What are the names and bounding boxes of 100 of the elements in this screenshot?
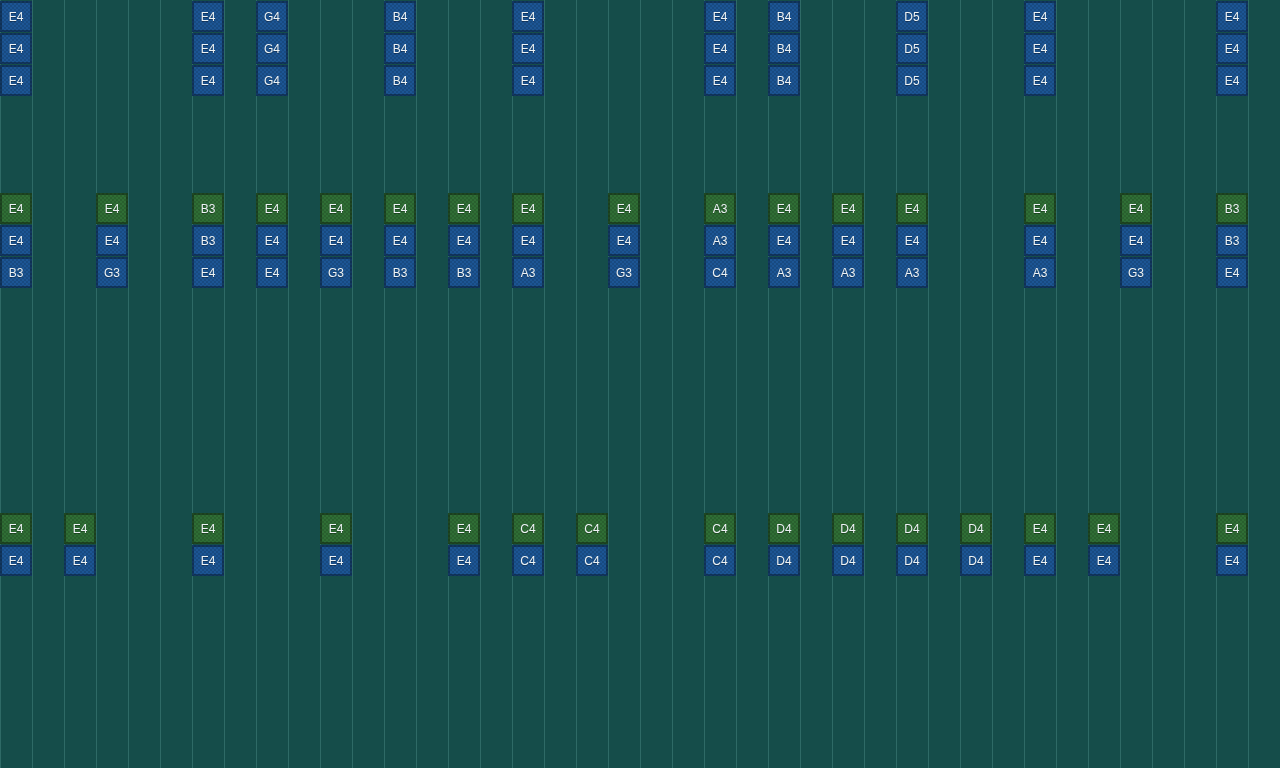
note-tile[interactable]: E4 — [896, 225, 928, 256]
note-tile[interactable]: E4 — [0, 225, 32, 256]
note-tile[interactable]: E4 — [896, 193, 928, 224]
note-tile[interactable]: B4 — [384, 33, 416, 64]
note-tile[interactable]: E4 — [192, 545, 224, 576]
note-tile[interactable]: B3 — [192, 225, 224, 256]
note-tile[interactable]: E4 — [832, 193, 864, 224]
note-tile[interactable]: A3 — [768, 257, 800, 288]
note-tile[interactable]: E4 — [1216, 65, 1248, 96]
note-tile[interactable]: E4 — [1120, 225, 1152, 256]
note-tile[interactable]: E4 — [704, 1, 736, 32]
note-tile[interactable]: C4 — [512, 545, 544, 576]
note-tile[interactable]: E4 — [1088, 513, 1120, 544]
note-tile[interactable]: E4 — [320, 513, 352, 544]
note-tile[interactable]: C4 — [704, 513, 736, 544]
note-tile[interactable]: E4 — [512, 33, 544, 64]
note-tile[interactable]: A3 — [704, 225, 736, 256]
note-tile[interactable]: G4 — [256, 1, 288, 32]
note-tile[interactable]: E4 — [384, 193, 416, 224]
note-tile[interactable]: C4 — [512, 513, 544, 544]
note-tile[interactable]: E4 — [0, 193, 32, 224]
note-tile[interactable]: B3 — [192, 193, 224, 224]
note-tile[interactable]: E4 — [448, 545, 480, 576]
note-tile[interactable]: B4 — [768, 33, 800, 64]
note-tile[interactable]: E4 — [1216, 257, 1248, 288]
note-tile[interactable]: C4 — [704, 257, 736, 288]
note-tile[interactable]: E4 — [96, 225, 128, 256]
note-tile[interactable]: E4 — [448, 225, 480, 256]
note-tile[interactable]: D5 — [896, 1, 928, 32]
note-tile[interactable]: E4 — [512, 193, 544, 224]
note-tile[interactable]: G3 — [608, 257, 640, 288]
note-tile[interactable]: C4 — [576, 545, 608, 576]
note-tile[interactable]: D4 — [960, 545, 992, 576]
note-tile[interactable]: E4 — [704, 65, 736, 96]
note-tile[interactable]: E4 — [1024, 193, 1056, 224]
note-tile[interactable]: E4 — [0, 1, 32, 32]
note-tile[interactable]: E4 — [1024, 513, 1056, 544]
note-tile[interactable]: A3 — [1024, 257, 1056, 288]
note-tile[interactable]: E4 — [512, 65, 544, 96]
note-tile[interactable]: B4 — [384, 1, 416, 32]
note-tile[interactable]: E4 — [384, 225, 416, 256]
note-tile[interactable]: E4 — [256, 257, 288, 288]
note-tile[interactable]: E4 — [1216, 545, 1248, 576]
note-tile[interactable]: A3 — [896, 257, 928, 288]
note-tile[interactable]: E4 — [0, 545, 32, 576]
note-tile[interactable]: E4 — [320, 545, 352, 576]
note-tile[interactable]: E4 — [192, 257, 224, 288]
note-tile[interactable]: D5 — [896, 65, 928, 96]
note-tile[interactable]: B4 — [384, 65, 416, 96]
note-tile[interactable]: E4 — [192, 65, 224, 96]
note-tile[interactable]: E4 — [320, 193, 352, 224]
note-tile[interactable]: A3 — [832, 257, 864, 288]
note-tile[interactable]: B3 — [1216, 193, 1248, 224]
note-tile[interactable]: B3 — [384, 257, 416, 288]
note-tile[interactable]: E4 — [512, 1, 544, 32]
note-tile[interactable]: G4 — [256, 33, 288, 64]
note-tile[interactable]: A3 — [512, 257, 544, 288]
note-tile[interactable]: A3 — [704, 193, 736, 224]
note-tile[interactable]: E4 — [96, 193, 128, 224]
note-tile[interactable]: E4 — [1216, 513, 1248, 544]
note-tile[interactable]: D4 — [896, 545, 928, 576]
note-tile[interactable]: E4 — [832, 225, 864, 256]
note-tile[interactable]: D4 — [960, 513, 992, 544]
note-tile[interactable]: E4 — [1216, 33, 1248, 64]
note-tile[interactable]: E4 — [1024, 1, 1056, 32]
note-tile[interactable]: E4 — [448, 193, 480, 224]
note-tile[interactable]: E4 — [448, 513, 480, 544]
note-tile[interactable]: D4 — [768, 545, 800, 576]
note-tile[interactable]: D5 — [896, 33, 928, 64]
note-tile[interactable]: E4 — [1024, 545, 1056, 576]
note-tile[interactable]: E4 — [1024, 65, 1056, 96]
note-tile[interactable]: E4 — [1216, 1, 1248, 32]
note-tile[interactable]: E4 — [768, 193, 800, 224]
note-tile[interactable]: E4 — [1120, 193, 1152, 224]
note-tile[interactable]: D4 — [896, 513, 928, 544]
note-tile[interactable]: B3 — [448, 257, 480, 288]
note-tile[interactable]: B3 — [1216, 225, 1248, 256]
note-tile[interactable]: B4 — [768, 65, 800, 96]
note-tile[interactable]: E4 — [512, 225, 544, 256]
note-tile[interactable]: E4 — [0, 65, 32, 96]
note-tile[interactable]: G4 — [256, 65, 288, 96]
note-tile[interactable]: E4 — [64, 513, 96, 544]
note-tile[interactable]: E4 — [192, 513, 224, 544]
note-tile[interactable]: E4 — [64, 545, 96, 576]
note-tile[interactable]: E4 — [608, 193, 640, 224]
note-tile[interactable]: E4 — [256, 225, 288, 256]
note-tile[interactable]: E4 — [1024, 225, 1056, 256]
note-tile[interactable]: G3 — [96, 257, 128, 288]
note-tile[interactable]: E4 — [320, 225, 352, 256]
note-tile[interactable]: E4 — [1088, 545, 1120, 576]
note-tile[interactable]: C4 — [704, 545, 736, 576]
note-tile[interactable]: B3 — [0, 257, 32, 288]
note-tile[interactable]: E4 — [1024, 33, 1056, 64]
note-tile[interactable]: C4 — [576, 513, 608, 544]
note-tile[interactable]: B4 — [768, 1, 800, 32]
note-tile[interactable]: G3 — [1120, 257, 1152, 288]
note-tile[interactable]: E4 — [192, 33, 224, 64]
note-tile[interactable]: E4 — [0, 33, 32, 64]
note-tile[interactable]: D4 — [768, 513, 800, 544]
note-tile[interactable]: G3 — [320, 257, 352, 288]
